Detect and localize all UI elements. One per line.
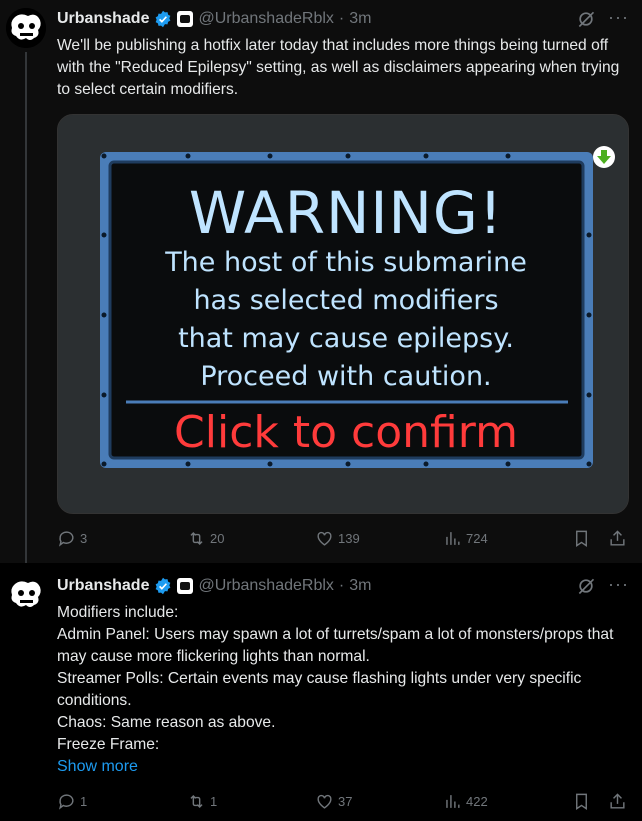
warning-line-4: Proceed with caution.: [200, 361, 491, 392]
skull-logo-icon: [6, 575, 46, 615]
more-options-icon[interactable]: ···: [608, 8, 628, 29]
author-handle[interactable]: @UrbanshadeRblx: [198, 577, 333, 595]
warning-image: WARNING! The host of this submarine has …: [58, 115, 628, 513]
views-button[interactable]: 422: [443, 792, 488, 811]
reply-count: 3: [80, 531, 88, 546]
repost-count: 1: [210, 794, 218, 809]
repost-button[interactable]: 20: [187, 529, 224, 548]
grok-icon[interactable]: [576, 576, 596, 596]
view-count: 422: [466, 794, 488, 809]
tweet-media-image[interactable]: WARNING! The host of this submarine has …: [57, 114, 629, 514]
repost-icon: [190, 794, 203, 809]
warning-confirm: Click to confirm: [174, 407, 518, 458]
like-count: 37: [338, 794, 353, 809]
warning-title: WARNING!: [189, 179, 503, 247]
verified-badge-icon: [156, 577, 171, 595]
skull-logo-icon: [6, 8, 46, 48]
tweet-2[interactable]: Urbanshade @UrbanshadeRblx · 3m ··· Modi…: [0, 563, 642, 821]
views-icon: [446, 532, 460, 545]
tweet-text: We'll be publishing a hotfix later today…: [57, 37, 620, 98]
bookmark-icon[interactable]: [572, 529, 591, 548]
repost-icon: [190, 531, 203, 546]
separator: ·: [338, 577, 345, 594]
thread-line: [25, 52, 27, 563]
view-count: 724: [466, 531, 488, 546]
separator: ·: [338, 10, 345, 27]
author-name[interactable]: Urbanshade: [57, 577, 149, 595]
views-icon: [446, 795, 460, 808]
author-handle[interactable]: @UrbanshadeRblx: [198, 10, 333, 28]
avatar[interactable]: [6, 8, 46, 48]
reply-icon: [58, 531, 74, 547]
like-button[interactable]: 37: [315, 792, 352, 811]
avatar[interactable]: [6, 575, 46, 615]
warning-line-1: The host of this submarine: [164, 247, 527, 278]
reply-button[interactable]: 3: [57, 529, 87, 548]
grok-icon[interactable]: [576, 9, 596, 29]
repost-count: 20: [210, 531, 225, 546]
author-name[interactable]: Urbanshade: [57, 10, 149, 28]
repost-button[interactable]: 1: [187, 792, 217, 811]
tweet-1[interactable]: Urbanshade @UrbanshadeRblx · 3m ··· We'l…: [0, 0, 642, 563]
tweet-actions: 3 20 139 724: [57, 529, 632, 553]
reply-button[interactable]: 1: [57, 792, 87, 811]
tweet-header: Urbanshade @UrbanshadeRblx · 3m: [57, 575, 371, 597]
heart-icon: [317, 531, 332, 546]
down-arrow-icon: [593, 146, 615, 168]
tweet-header: Urbanshade @UrbanshadeRblx · 3m: [57, 8, 371, 30]
heart-icon: [317, 794, 332, 809]
timestamp[interactable]: 3m: [349, 577, 371, 595]
share-icon[interactable]: [608, 792, 627, 811]
views-button[interactable]: 724: [443, 529, 488, 548]
verified-badge-icon: [156, 10, 171, 28]
warning-line-2: has selected modifiers: [193, 285, 498, 316]
timestamp[interactable]: 3m: [349, 10, 371, 28]
bookmark-icon[interactable]: [572, 792, 591, 811]
affiliate-badge-icon: [177, 11, 194, 27]
reply-icon: [58, 794, 74, 810]
like-button[interactable]: 139: [315, 529, 360, 548]
like-count: 139: [338, 531, 360, 546]
tweet-actions: 1 1 37 422: [57, 792, 632, 816]
show-more-link[interactable]: Show more: [57, 758, 138, 776]
affiliate-badge-icon: [177, 578, 194, 594]
reply-count: 1: [80, 794, 88, 809]
tweet-text: Modifiers include: Admin Panel: Users ma…: [57, 604, 614, 753]
share-icon[interactable]: [608, 529, 627, 548]
warning-line-3: that may cause epilepsy.: [178, 323, 514, 354]
more-options-icon[interactable]: ···: [608, 575, 628, 596]
